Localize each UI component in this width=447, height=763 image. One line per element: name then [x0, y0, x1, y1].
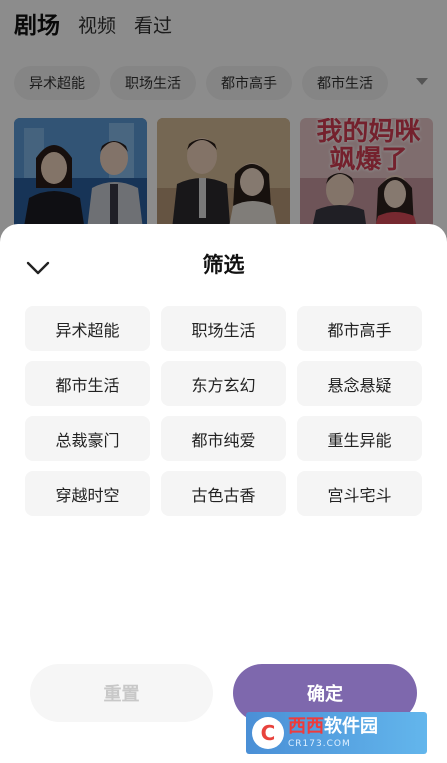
filter-option[interactable]: 穿越时空 [25, 471, 150, 516]
filter-option[interactable]: 都市纯爱 [161, 416, 286, 461]
filter-option[interactable]: 都市高手 [297, 306, 422, 351]
filter-option[interactable]: 职场生活 [161, 306, 286, 351]
sheet-title: 筛选 [202, 253, 245, 277]
watermark-logo-icon: C [252, 717, 284, 749]
watermark: C 西西软件园 CR173.COM [246, 712, 427, 754]
filter-option[interactable]: 东方玄幻 [161, 361, 286, 406]
filter-option[interactable]: 古色古香 [161, 471, 286, 516]
filter-option[interactable]: 都市生活 [25, 361, 150, 406]
filter-option[interactable]: 总裁豪门 [25, 416, 150, 461]
filter-option[interactable]: 悬念悬疑 [297, 361, 422, 406]
filter-option-grid: 异术超能 职场生活 都市高手 都市生活 东方玄幻 悬念悬疑 总裁豪门 都市纯爱 … [25, 306, 423, 516]
filter-option[interactable]: 宫斗宅斗 [297, 471, 422, 516]
watermark-brand-prefix: 西西 [288, 716, 324, 737]
watermark-brand-suffix: 软件园 [324, 716, 378, 737]
watermark-text: 西西软件园 CR173.COM [288, 716, 378, 750]
filter-option[interactable]: 重生异能 [297, 416, 422, 461]
reset-button[interactable]: 重置 [30, 664, 213, 722]
filter-sheet: 筛选 异术超能 职场生活 都市高手 都市生活 东方玄幻 悬念悬疑 总裁豪门 都市… [0, 224, 447, 763]
filter-option[interactable]: 异术超能 [25, 306, 150, 351]
watermark-url: CR173.COM [288, 739, 351, 749]
